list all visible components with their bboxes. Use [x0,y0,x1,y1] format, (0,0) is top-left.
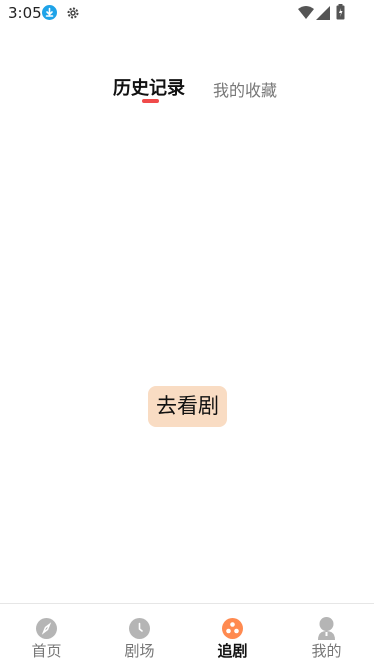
clock-icon [129,618,150,639]
follow-icon [222,618,243,639]
status-bar: 3:05 [0,0,374,26]
status-time: 3:05 [8,4,42,22]
nav-label-home: 首页 [31,642,62,660]
compass-icon [36,618,57,639]
signal-icon [316,5,330,20]
wifi-icon [298,5,314,19]
gear-icon [66,5,80,19]
bottom-nav: 首页 剧场 追剧 我的 [0,603,374,666]
nav-item-mine[interactable]: 我的 [280,604,373,666]
nav-label-mine: 我的 [311,642,342,660]
tab-favorites[interactable]: 我的收藏 [213,78,277,104]
nav-item-follow[interactable]: 追剧 [186,604,279,666]
nav-label-follow: 追剧 [217,642,248,660]
nav-item-theater[interactable]: 剧场 [93,604,186,666]
nav-item-home[interactable]: 首页 [0,604,93,666]
download-icon [42,5,57,20]
go-watch-button[interactable]: 去看剧 [148,386,227,427]
profile-icon [317,616,336,640]
active-tab-indicator [142,99,159,103]
battery-icon [336,4,345,20]
nav-label-theater: 剧场 [124,642,155,660]
